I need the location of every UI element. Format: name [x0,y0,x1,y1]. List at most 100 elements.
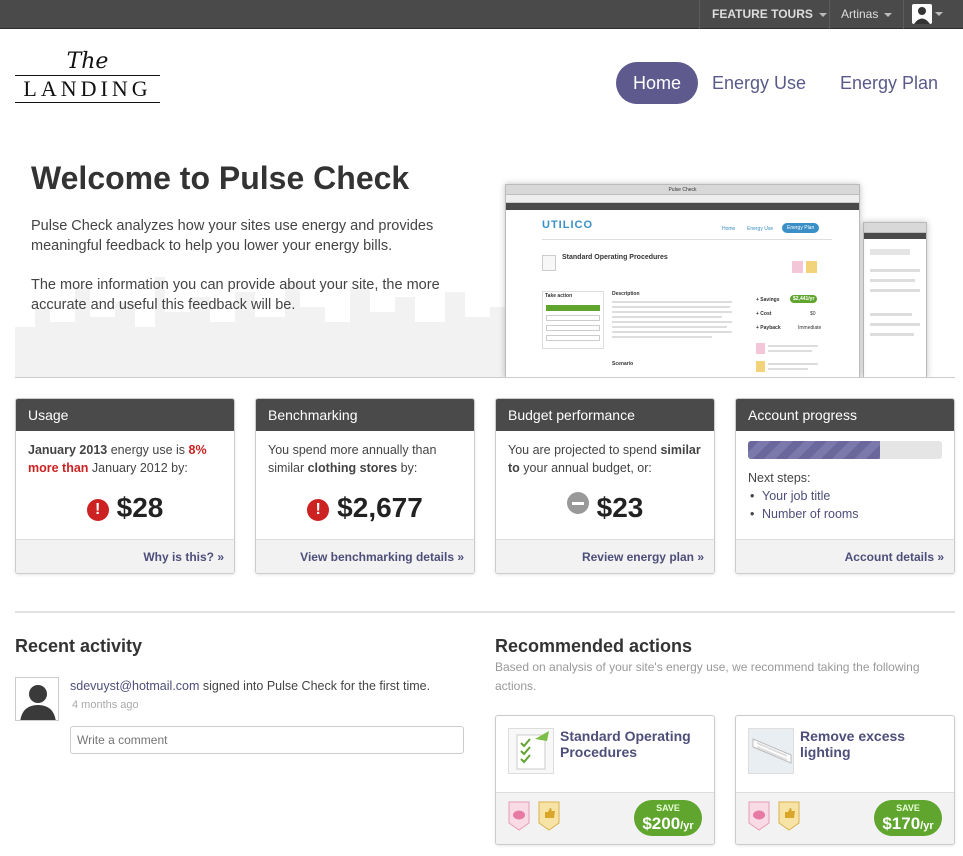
avatar [15,677,59,721]
mock-description: Description [612,291,640,297]
benchmarking-amount: ! $2,677 [256,491,474,525]
account-progress-fill [748,441,880,459]
nav-energy-plan[interactable]: Energy Plan [840,62,938,104]
user-avatar-icon[interactable] [912,4,932,24]
benchmarking-category: clothing stores [307,461,398,475]
recommendation-card[interactable]: Standard Operating Procedures SAVE $200/… [495,715,715,845]
hero-section: Welcome to Pulse Check Pulse Check analy… [15,124,955,378]
logo-line1: The [66,49,109,74]
next-steps: Next steps: Your job title Number of roo… [748,469,859,523]
logo-rule [15,102,160,103]
benchmarking-card: Benchmarking You spend more annually tha… [255,398,475,574]
activity-text: signed into Pulse Check for the first ti… [199,679,431,693]
top-bar: FEATURE TOURS Artinas [0,0,963,29]
usage-card: Usage January 2013 energy use is 8% more… [15,398,235,574]
activity-entry: sdevuyst@hotmail.com signed into Pulse C… [70,679,430,693]
budget-amount-value: $23 [596,492,644,523]
product-screenshot: Pulse Check UTILICO Home Energy Use Ener… [505,184,860,377]
chevron-down-icon [884,12,893,17]
account-details-link[interactable]: Account details » [736,539,954,573]
recommendation-footer: SAVE $200/yr [496,792,714,844]
usage-amount-value: $28 [116,492,164,523]
mock-window-title: Pulse Check [506,185,859,195]
nav-home[interactable]: Home [616,62,699,104]
budget-card-title: Budget performance [496,399,714,431]
logo[interactable]: The LANDING [15,50,160,106]
review-energy-plan-link[interactable]: Review energy plan » [496,539,714,573]
mock-savings: + Savings [756,297,780,303]
alert-icon: ! [307,499,330,521]
recommendation-title[interactable]: Remove excess lighting [800,728,950,760]
chevron-down-icon [818,12,827,17]
usage-card-text: January 2013 energy use is 8% more than … [28,441,228,477]
user-menu[interactable]: Artinas [841,0,893,29]
feature-tours-menu[interactable]: FEATURE TOURS [712,0,827,29]
mock-payback: + Payback [756,325,781,331]
top-bar-divider [829,0,830,29]
view-benchmarking-details-link[interactable]: View benchmarking details » [256,539,474,573]
user-name-label: Artinas [841,7,879,21]
product-screenshot-secondary [863,222,927,377]
comment-input[interactable] [70,726,464,754]
account-progress-bar [748,441,942,459]
usage-period: January 2013 [28,443,108,457]
recommendation-footer: SAVE $170/yr [736,792,954,844]
mock-nav-energy-plan: Energy Plan [782,223,820,233]
page-title: Welcome to Pulse Check [31,160,410,196]
mock-nav-energy-use: Energy Use [747,226,774,232]
hero-intro-text: Pulse Check analyzes how your sites use … [31,218,434,254]
budget-text-2: your annual budget, or: [519,461,652,475]
next-step-job-title[interactable]: Your job title [748,487,859,505]
usage-amount: ! $28 [16,491,234,525]
savings-badge: SAVE $200/yr [634,800,702,836]
account-progress-card-title: Account progress [736,399,954,431]
savings-badge: SAVE $170/yr [874,800,942,836]
thumbs-up-badge-icon [778,801,800,831]
budget-card: Budget performance You are projected to … [495,398,715,574]
savings-amount: $200 [642,814,681,833]
hero-info-text: The more information you can provide abo… [31,277,440,313]
recommendation-title[interactable]: Standard Operating Procedures [560,728,710,760]
recommendation-card[interactable]: Remove excess lighting SAVE $170/yr [735,715,955,845]
piggy-bank-badge-icon [748,801,770,831]
benchmarking-text-2: by: [397,461,418,475]
user-silhouette-icon [16,678,58,720]
mock-scenario: Scenario [612,361,634,367]
alert-icon: ! [86,499,109,521]
usage-text-2: January 2012 by: [88,461,188,475]
activity-user-link[interactable]: sdevuyst@hotmail.com [70,679,199,693]
usage-text-1: energy use is [107,443,189,457]
savings-unit: /yr [920,820,934,832]
minus-circle-icon [566,492,589,514]
budget-card-text: You are projected to spend similar to yo… [508,441,708,477]
recommended-actions-title: Recommended actions [495,636,693,656]
piggy-bank-badge-icon [508,801,530,831]
section-divider [15,611,955,613]
recent-activity-title: Recent activity [15,636,143,656]
next-step-number-of-rooms[interactable]: Number of rooms [748,505,859,523]
mock-heading: Standard Operating Procedures [562,254,668,261]
next-steps-label: Next steps: [748,471,811,485]
benchmarking-card-title: Benchmarking [256,399,474,431]
checklist-icon [508,728,554,774]
mock-cost-value: $0 [810,311,816,317]
why-is-this-link[interactable]: Why is this? » [16,539,234,573]
activity-timestamp: 4 months ago [72,699,139,711]
budget-text-1: You are projected to spend [508,443,661,457]
chevron-down-icon[interactable] [935,12,943,16]
budget-amount: $23 [496,491,714,525]
mock-cost: + Cost [756,311,772,317]
mock-brand: UTILICO [542,219,593,231]
account-progress-card: Account progress Next steps: Your job ti… [735,398,955,574]
savings-label: SAVE [896,803,920,813]
nav-energy-use[interactable]: Energy Use [712,62,806,104]
savings-amount: $170 [882,814,921,833]
savings-unit: /yr [680,820,694,832]
thumbs-up-badge-icon [538,801,560,831]
usage-card-title: Usage [16,399,234,431]
benchmarking-card-text: You spend more annually than similar clo… [268,441,468,477]
logo-line2: LANDING [23,76,152,101]
light-fixture-icon [748,728,794,774]
mock-savings-value: $2,441/yr [790,295,818,303]
benchmarking-amount-value: $2,677 [337,492,423,523]
